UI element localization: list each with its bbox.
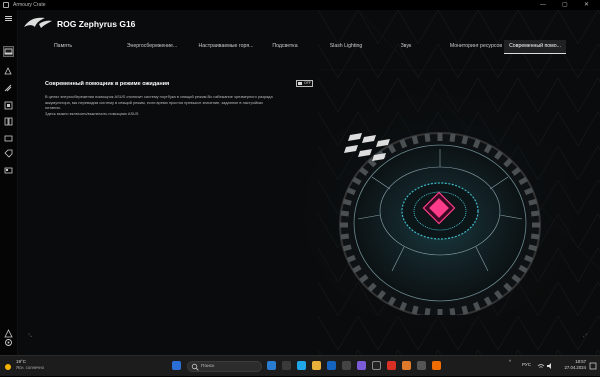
setting-description: В целях энергосбережения помощник ASUS о…: [45, 94, 315, 116]
weather-temp: 19°C: [16, 359, 27, 364]
rog-logo: [23, 16, 53, 35]
clock[interactable]: 18:57 27.04.2024: [548, 359, 586, 371]
ai-app-icon[interactable]: [357, 361, 366, 370]
weather-widget[interactable]: 19°C Ясн. солнечно: [3, 359, 44, 377]
standby-toggle[interactable]: OFF: [296, 80, 313, 87]
disc-tooth: [424, 133, 431, 143]
sidebar-item-gamevisual[interactable]: [3, 83, 14, 94]
disc-tooth: [437, 133, 443, 141]
tab-slash-lighting[interactable]: Slash Lighting: [325, 40, 367, 53]
minimize-button[interactable]: —: [540, 1, 546, 9]
search-box[interactable]: Поиск: [187, 361, 262, 372]
explorer-icon[interactable]: [312, 361, 321, 370]
disc-tooth: [532, 222, 540, 228]
tab-hotkeys[interactable]: Настраиваемые горя...: [190, 40, 262, 53]
app-icon: [3, 2, 9, 8]
disc-tooth: [340, 210, 350, 217]
tab-power-saving[interactable]: Энергосбережение...: [118, 40, 186, 53]
store-icon[interactable]: [327, 361, 336, 370]
sidebar-item-media[interactable]: [3, 116, 14, 127]
disc-tooth: [340, 233, 350, 240]
toggle-state-label: OFF: [303, 81, 311, 85]
disc-tooth: [530, 233, 540, 240]
window-title: Armoury Crate: [13, 2, 46, 8]
tab-bar: Память Энергосбережение... Настраиваемые…: [48, 40, 588, 55]
armoury-icon[interactable]: [342, 361, 351, 370]
expand-icon[interactable]: ⤡: [28, 333, 32, 339]
window-titlebar: Armoury Crate — ▢ ✕: [0, 0, 600, 10]
search-placeholder: Поиск: [201, 364, 215, 369]
app-icon-2[interactable]: [372, 361, 381, 370]
menu-icon[interactable]: [3, 13, 14, 24]
sidebar-item-scenario[interactable]: [3, 100, 14, 111]
weather-condition: Ясн. солнечно: [16, 365, 44, 370]
sidebar-item-lighting[interactable]: [3, 66, 14, 77]
language-indicator[interactable]: РУС: [522, 362, 531, 367]
edge-icon[interactable]: [297, 361, 306, 370]
page-title: ROG Zephyrus G16: [57, 19, 136, 29]
main-panel: ROG Zephyrus G16 Память Энергосбережение…: [18, 10, 600, 355]
search-icon: [191, 363, 199, 371]
desc-line: Здесь можно включить/выключить помощник …: [45, 110, 139, 116]
maximize-button[interactable]: ▢: [562, 1, 568, 9]
tab-modern-standby[interactable]: Современный помо...: [504, 40, 566, 54]
setting-title: Современный помощник в режиме ожидания: [45, 81, 170, 87]
tab-lighting[interactable]: Подсветка: [268, 40, 302, 53]
close-button[interactable]: ✕: [584, 1, 589, 9]
tab-sound[interactable]: Звук: [398, 40, 414, 53]
settings-icon[interactable]: [3, 337, 14, 348]
toggle-knob: [298, 82, 302, 85]
start-icon[interactable]: [172, 361, 181, 370]
taskbar: 19°C Ясн. солнечно Поиск ^ РУС 18:57 27.…: [0, 355, 600, 376]
clock-date: 27.04.2024: [564, 365, 586, 370]
fullscreen-icon[interactable]: ⤢: [583, 333, 587, 339]
app-icon-3[interactable]: [387, 361, 396, 370]
app-icon-4[interactable]: [402, 361, 411, 370]
standby-illustration: /* placeholder */: [339, 132, 541, 315]
wifi-icon[interactable]: [537, 362, 545, 370]
tab-memory[interactable]: Память: [48, 40, 78, 53]
disc-tooth: [449, 133, 456, 143]
app-icon-5[interactable]: [417, 361, 426, 370]
tab-resource-monitor[interactable]: Мониторинг ресурсов: [440, 40, 512, 53]
tray-chevron-icon[interactable]: ^: [509, 359, 511, 364]
sidebar-item-library[interactable]: [3, 133, 14, 144]
sidebar-item-news[interactable]: [3, 165, 14, 176]
disc-tooth: [530, 210, 540, 217]
sidebar: [0, 10, 18, 355]
sidebar-item-deals[interactable]: [3, 148, 14, 159]
sidebar-item-device[interactable]: [3, 46, 14, 57]
copilot-icon[interactable]: [267, 361, 276, 370]
sun-icon: [5, 364, 11, 370]
notification-icon[interactable]: [589, 362, 597, 370]
app-icon-6[interactable]: [432, 361, 441, 370]
disc-tooth: [340, 222, 348, 228]
disc-tooth: [437, 309, 443, 315]
taskview-icon[interactable]: [282, 361, 291, 370]
